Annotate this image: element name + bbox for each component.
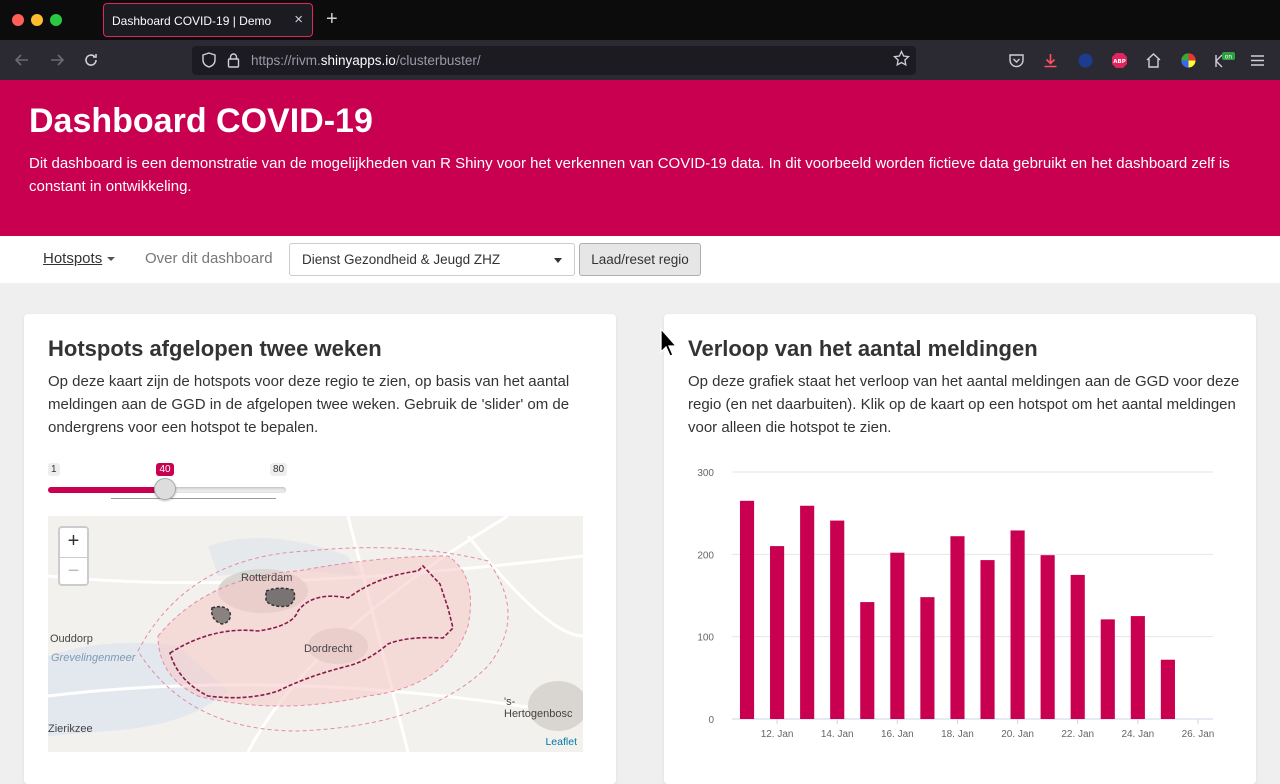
chart-bar[interactable]	[830, 520, 845, 719]
slider-value-label: 40	[156, 463, 174, 476]
hotspot-cluster[interactable]	[265, 587, 296, 608]
map-canvas[interactable]	[48, 516, 583, 752]
reload-icon[interactable]	[83, 52, 99, 68]
hotspot-card-description: Op deze kaart zijn de hotspots voor deze…	[48, 373, 570, 436]
tab-close-icon[interactable]: ×	[294, 11, 303, 28]
map-label: Rotterdam	[241, 572, 293, 584]
cursor-extension-icon[interactable]: on	[1214, 52, 1236, 69]
page-header: Dashboard COVID-19 Dit dashboard is een …	[0, 80, 1280, 236]
svg-text:on: on	[1225, 54, 1233, 61]
chart-bar[interactable]	[860, 602, 875, 719]
chart-bar[interactable]	[890, 552, 905, 719]
extension-blue-icon[interactable]	[1077, 52, 1094, 69]
y-tick-label: 300	[697, 468, 714, 479]
zoom-in-button[interactable]: +	[60, 528, 87, 556]
x-tick-label: 18. Jan	[941, 729, 974, 740]
tab-title: Dashboard COVID-19 | Demo	[112, 14, 272, 28]
x-tick-label: 14. Jan	[821, 729, 854, 740]
menu-about[interactable]: Over dit dashboard	[145, 250, 273, 267]
slider-underline	[111, 498, 276, 499]
adblock-icon[interactable]: ABP	[1111, 52, 1128, 69]
map-zoom-control: + −	[58, 526, 89, 586]
x-tick-label: 26. Jan	[1182, 729, 1215, 740]
chart-bar[interactable]	[800, 505, 815, 719]
bookmark-star-icon[interactable]	[893, 50, 910, 67]
chart-bar[interactable]	[770, 546, 785, 719]
chart-bar[interactable]	[739, 500, 755, 719]
menu-icon[interactable]	[1249, 52, 1266, 69]
maximize-window-button[interactable]	[50, 14, 62, 26]
url-path: /clusterbuster/	[395, 53, 481, 68]
chart-bar[interactable]	[1160, 659, 1175, 719]
caret-down-icon	[107, 257, 116, 262]
hotspot-map[interactable]: + − Rotterdam Ouddorp Grevelingenmeer Do…	[48, 516, 583, 752]
x-tick-label: 24. Jan	[1121, 729, 1154, 740]
url-prefix: https://rivm.	[251, 53, 321, 68]
region-select[interactable]: Dienst Gezondheid & Jeugd ZHZ	[289, 243, 575, 276]
browser-tab-bar: Dashboard COVID-19 | Demo × +	[0, 0, 1280, 40]
y-tick-label: 0	[708, 715, 714, 726]
map-label: Dordrecht	[304, 643, 353, 655]
zoom-out-button[interactable]: −	[60, 557, 87, 585]
hotspot-card: Hotspots afgelopen twee weken Op deze ka…	[24, 314, 616, 784]
browser-tab[interactable]: Dashboard COVID-19 | Demo ×	[103, 3, 313, 37]
back-icon[interactable]	[14, 52, 30, 68]
page-title: Dashboard COVID-19	[29, 102, 373, 140]
app-navbar: Hotspots Over dit dashboard Dienst Gezon…	[0, 236, 1280, 283]
region-select-value: Dienst Gezondheid & Jeugd ZHZ	[302, 252, 501, 267]
chevron-down-icon	[554, 258, 562, 263]
lock-icon[interactable]	[227, 52, 240, 68]
map-label: Ouddorp	[50, 633, 93, 645]
download-icon[interactable]	[1042, 52, 1059, 69]
page-description: Dit dashboard is een demonstratie van de…	[29, 155, 1230, 195]
svg-text:ABP: ABP	[1113, 59, 1125, 65]
chart-bar[interactable]	[1070, 574, 1085, 719]
pocket-icon[interactable]	[1008, 52, 1025, 69]
menu-hotspots-label: Hotspots	[43, 250, 103, 267]
map-label: Zierikzee	[48, 723, 93, 735]
reset-region-button[interactable]: Laad/reset regio	[579, 243, 701, 276]
chart-bar[interactable]	[1040, 555, 1055, 719]
url-text[interactable]: https://rivm.shinyapps.io/clusterbuster/	[251, 53, 481, 68]
chart-card-title: Verloop van het aantal meldingen	[688, 336, 1038, 361]
browser-toolbar: https://rivm.shinyapps.io/clusterbuster/…	[0, 40, 1280, 80]
slider-max-label: 80	[270, 463, 288, 476]
color-extension-icon[interactable]	[1180, 52, 1197, 69]
tracking-shield-icon[interactable]	[202, 52, 216, 68]
forward-icon[interactable]	[49, 52, 65, 68]
x-tick-label: 20. Jan	[1001, 729, 1034, 740]
x-tick-label: 16. Jan	[881, 729, 914, 740]
chart-bar[interactable]	[1010, 530, 1025, 719]
chart-bar[interactable]	[920, 597, 935, 719]
chart-card-description: Op deze grafiek staat het verloop van he…	[688, 373, 1240, 436]
leaflet-attribution-link[interactable]: Leaflet	[545, 736, 577, 748]
slider-fill	[48, 487, 166, 493]
url-bar[interactable]: https://rivm.shinyapps.io/clusterbuster/	[192, 46, 916, 75]
menu-hotspots[interactable]: Hotspots	[43, 250, 116, 267]
mouse-cursor-icon	[660, 328, 678, 357]
reports-bar-chart[interactable]: 0 100 200 300 12. Jan 14. Jan 16. Jan 18. Jan 20…	[688, 462, 1238, 752]
slider-handle[interactable]	[154, 478, 177, 500]
x-tick-label: 22. Jan	[1061, 729, 1094, 740]
home-icon[interactable]	[1145, 52, 1162, 69]
minimize-window-button[interactable]	[31, 14, 43, 26]
y-tick-label: 100	[697, 633, 714, 644]
close-window-button[interactable]	[12, 14, 24, 26]
new-tab-button[interactable]: +	[326, 8, 338, 31]
y-tick-label: 200	[697, 550, 714, 561]
map-label: Grevelingenmeer	[51, 652, 136, 664]
chart-bar[interactable]	[980, 560, 995, 719]
chart-card: Verloop van het aantal meldingen Op deze…	[664, 314, 1256, 784]
url-domain: shinyapps.io	[320, 53, 396, 68]
map-label: 's-Hertogenbosc	[504, 696, 573, 720]
chart-bar[interactable]	[1130, 616, 1145, 719]
chart-bar[interactable]	[950, 536, 965, 719]
slider-min-label: 1	[48, 463, 60, 476]
chart-bar[interactable]	[1100, 619, 1115, 719]
x-tick-label: 12. Jan	[761, 729, 794, 740]
hotspot-card-title: Hotspots afgelopen twee weken	[48, 336, 382, 361]
